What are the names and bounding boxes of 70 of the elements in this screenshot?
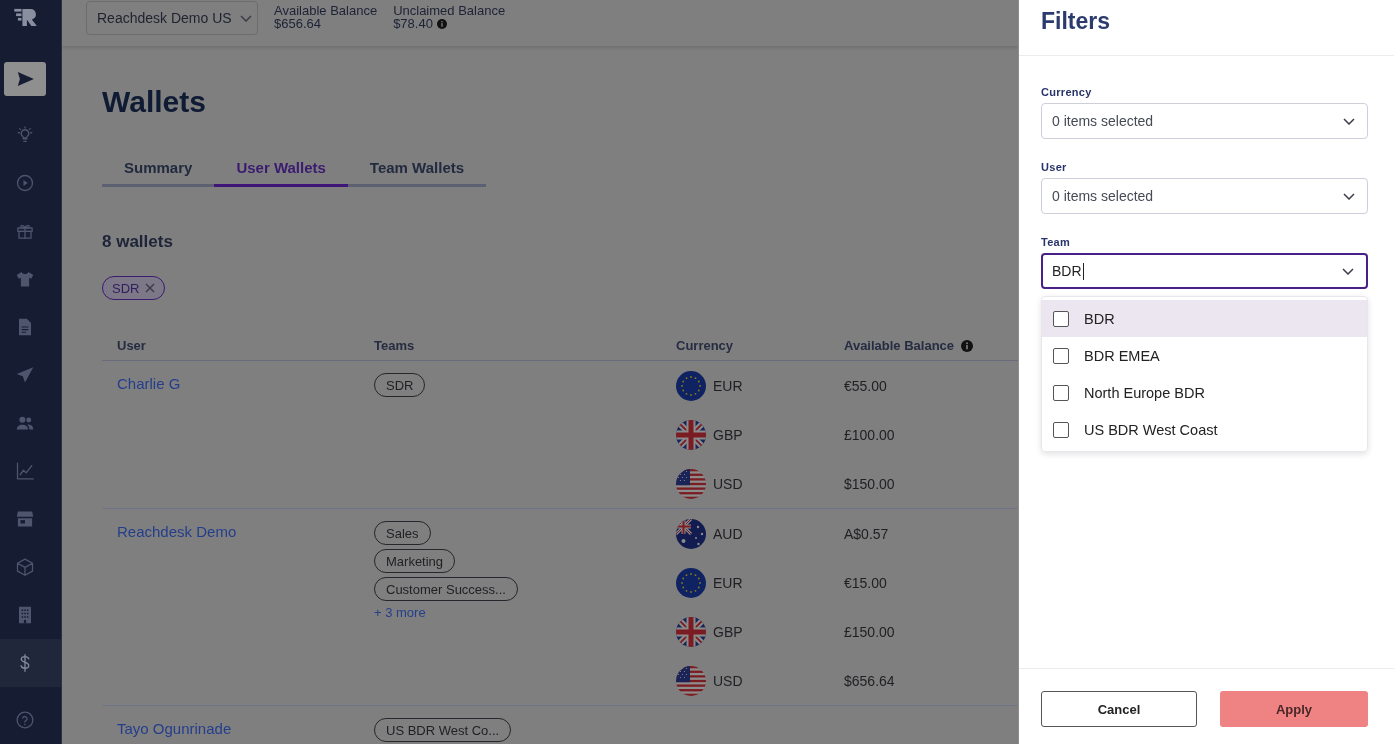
text-cursor-icon <box>1082 262 1084 280</box>
panel-title: Filters <box>1041 7 1112 36</box>
chevron-down-icon <box>1342 267 1354 275</box>
currency-code: AUD <box>713 525 743 542</box>
paper-plane-icon <box>16 366 34 384</box>
currency-code: EUR <box>713 377 743 394</box>
wallet-count: 8 wallets <box>102 232 173 252</box>
nav-item[interactable] <box>0 639 61 687</box>
cancel-button[interactable]: Cancel <box>1041 691 1197 727</box>
close-icon[interactable] <box>145 283 156 293</box>
column-header: Currency <box>676 338 734 353</box>
option-item[interactable]: US BDR West Coast <box>1042 411 1367 448</box>
checkbox[interactable] <box>1053 384 1069 401</box>
option-item[interactable]: North Europe BDR <box>1042 374 1367 411</box>
line-chart-icon <box>16 462 34 480</box>
balance-amount: $78.40 <box>393 17 433 30</box>
balance-amount: A$0.57 <box>844 525 889 542</box>
currency-code: USD <box>713 475 743 492</box>
checkbox[interactable] <box>1053 310 1069 327</box>
search-field[interactable]: BDR <box>1041 253 1368 289</box>
tab[interactable]: Summary <box>102 150 215 187</box>
field-label: Currency <box>1041 85 1093 99</box>
currency-code: GBP <box>713 623 743 640</box>
logo-icon[interactable] <box>14 8 38 26</box>
paper-plane-icon <box>16 72 34 86</box>
column-header: Teams <box>374 338 415 353</box>
chevron-down-icon <box>239 14 252 22</box>
apply-button[interactable]: Apply <box>1220 691 1368 727</box>
chevron-down-icon <box>1343 117 1355 125</box>
balance-amount: £150.00 <box>844 623 895 640</box>
balance-amount: $656.64 <box>844 672 895 689</box>
tab[interactable]: Team Wallets <box>347 150 487 187</box>
info-icon[interactable] <box>961 339 974 352</box>
field-label: Team <box>1041 235 1072 249</box>
balance-amount: $150.00 <box>844 475 895 492</box>
balance-label: Unclaimed Balance <box>393 4 506 17</box>
store-icon <box>16 510 34 528</box>
balance-amount: €55.00 <box>844 377 887 394</box>
checkbox[interactable] <box>1053 421 1069 438</box>
info-icon[interactable] <box>436 18 447 29</box>
send-button[interactable] <box>4 62 46 96</box>
balance-amount: $656.64 <box>274 17 321 30</box>
document-icon <box>16 318 34 336</box>
page-title: Wallets <box>102 84 206 120</box>
checkbox[interactable] <box>1053 347 1069 364</box>
help-icon <box>16 711 34 729</box>
select-field[interactable]: 0 items selected <box>1041 178 1368 214</box>
option-item[interactable]: BDR EMEA <box>1042 337 1367 374</box>
lightbulb-icon <box>16 126 34 144</box>
balance-label: Available Balance <box>274 4 378 17</box>
building-icon <box>16 606 34 624</box>
column-header: User <box>117 338 146 353</box>
currency-code: USD <box>713 672 743 689</box>
option-item[interactable]: BDR <box>1042 300 1367 337</box>
field-label: User <box>1041 160 1068 174</box>
balance-amount: €15.00 <box>844 574 887 591</box>
gift-icon <box>16 222 34 240</box>
balance-amount: £100.00 <box>844 426 895 443</box>
play-icon <box>16 174 34 192</box>
select-field[interactable]: 0 items selected <box>1041 103 1368 139</box>
currency-code: GBP <box>713 426 743 443</box>
tab[interactable]: User Wallets <box>214 150 348 187</box>
people-icon <box>16 414 34 432</box>
column-header: Available Balance <box>844 338 955 353</box>
cube-icon <box>16 558 34 576</box>
currency-code: EUR <box>713 574 743 591</box>
account-dropdown[interactable]: Reachdesk Demo US <box>86 1 258 35</box>
shirt-icon <box>16 270 34 288</box>
chevron-down-icon <box>1343 192 1355 200</box>
filter-chip[interactable]: SDR <box>102 276 166 300</box>
